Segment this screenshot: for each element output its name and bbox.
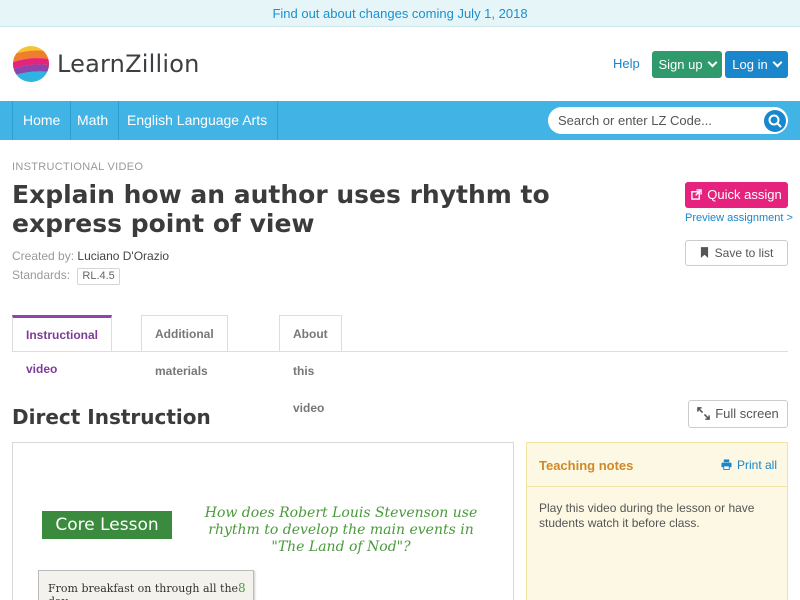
logo-text: LearnZillion — [57, 50, 200, 78]
book-page-number: 8 — [238, 581, 246, 595]
book-page-text: From breakfast on through all the day — [48, 582, 239, 600]
core-lesson-label: Core Lesson — [42, 511, 172, 539]
sign-up-button[interactable]: Sign up — [652, 51, 722, 78]
page-title: Explain how an author uses rhythm to exp… — [12, 180, 550, 238]
standards-label: Standards: — [12, 268, 71, 282]
book-page-image: From breakfast on through all the day 8 — [38, 570, 254, 600]
created-by: Created by: Luciano D'Orazio — [12, 249, 169, 263]
print-all-button[interactable]: Print all — [721, 458, 777, 472]
standard-badge[interactable]: RL.4.5 — [77, 268, 120, 285]
main-nav: Home Math English Language Arts Search o… — [0, 101, 800, 140]
search-input[interactable]: Search or enter LZ Code... — [548, 107, 788, 134]
print-icon — [721, 459, 732, 470]
author-link[interactable]: Luciano D'Orazio — [77, 249, 169, 263]
content-type-label: INSTRUCTIONAL VIDEO — [12, 161, 144, 173]
learnzillion-logo-icon — [12, 45, 50, 83]
lesson-question: How does Robert Louis Stevenson use rhyt… — [204, 505, 478, 555]
teaching-notes-text: Play this video during the lesson or hav… — [539, 501, 755, 530]
logo[interactable]: LearnZillion — [12, 45, 200, 83]
expand-icon — [697, 407, 711, 420]
nav-item-home[interactable]: Home — [12, 101, 72, 140]
print-all-label: Print all — [737, 458, 778, 472]
full-screen-button[interactable]: Full screen — [688, 400, 788, 428]
nav-item-math[interactable]: Math — [67, 101, 120, 140]
section-title: Direct Instruction — [12, 405, 211, 429]
teaching-notes-panel: Teaching notes Print all Play this video… — [526, 442, 788, 600]
teaching-notes-header: Teaching notes Print all — [527, 443, 787, 487]
teaching-notes-title: Teaching notes — [539, 458, 634, 473]
nav-item-english-language-arts[interactable]: English Language Arts — [117, 101, 279, 140]
sign-up-label: Sign up — [658, 57, 703, 72]
preview-assignment-link[interactable]: Preview assignment > — [685, 212, 793, 224]
chevron-down-icon — [772, 57, 783, 68]
log-in-button[interactable]: Log in — [725, 51, 788, 78]
standards: Standards: RL.4.5 — [12, 268, 120, 285]
banner-text[interactable]: Find out about changes coming July 1, 20… — [272, 6, 527, 21]
announcement-banner[interactable]: Find out about changes coming July 1, 20… — [0, 0, 800, 27]
site-header: LearnZillion Help Sign up Log in — [0, 27, 800, 101]
tab-about-this-video[interactable]: About this video — [279, 315, 342, 415]
log-in-label: Log in — [732, 57, 768, 72]
tab-divider — [12, 351, 788, 352]
share-icon — [691, 189, 703, 200]
quick-assign-label: Quick assign — [707, 187, 782, 202]
tab-instructional-video[interactable]: Instructional video — [12, 315, 113, 376]
created-by-label: Created by: — [12, 249, 75, 263]
search-placeholder: Search or enter LZ Code... — [558, 113, 712, 128]
save-to-list-label: Save to list — [714, 246, 774, 260]
help-link[interactable]: Help — [613, 56, 640, 71]
bookmark-icon — [700, 247, 708, 258]
chevron-down-icon — [707, 57, 717, 68]
quick-assign-button[interactable]: Quick assign — [685, 182, 788, 208]
search-button[interactable] — [764, 110, 786, 132]
save-to-list-button[interactable]: Save to list — [685, 240, 788, 266]
video-player[interactable]: Core Lesson How does Robert Louis Steven… — [12, 442, 514, 600]
full-screen-label: Full screen — [715, 406, 779, 421]
tab-additional-materials[interactable]: Additional materials — [141, 315, 228, 378]
search-icon — [768, 114, 782, 128]
